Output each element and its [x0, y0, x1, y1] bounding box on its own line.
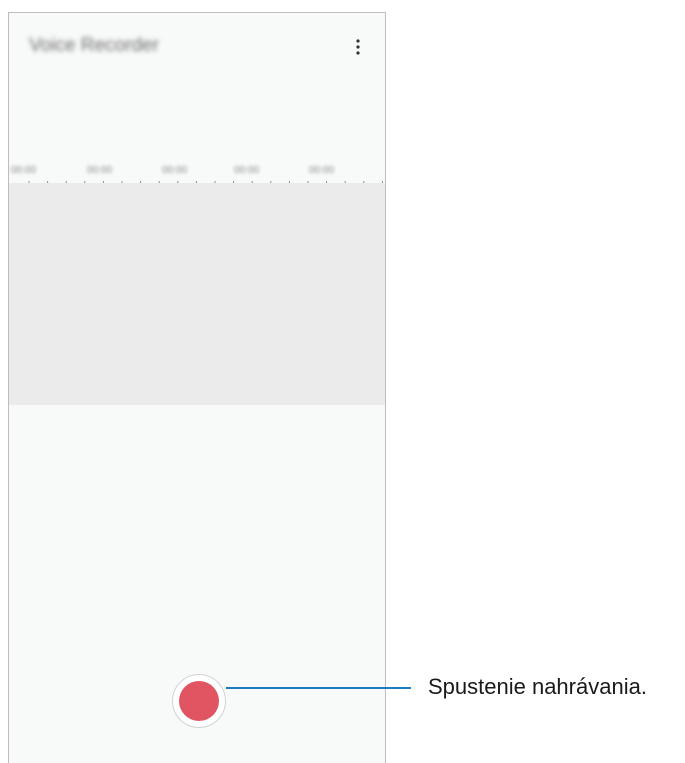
time-label: 00:00	[309, 165, 335, 176]
time-label: 00:00	[162, 165, 188, 176]
manual-figure: Voice Recorder 00:00 00:00 00:00 00:00 0…	[0, 0, 685, 763]
callout-line	[226, 687, 411, 689]
app-title: Voice Recorder	[29, 35, 159, 56]
record-dot-icon	[179, 681, 219, 721]
time-label: 00:00	[87, 165, 113, 176]
phone-screen: Voice Recorder 00:00 00:00 00:00 00:00 0…	[8, 12, 386, 763]
time-label: 00:00	[234, 165, 260, 176]
more-options-icon[interactable]	[347, 36, 369, 58]
record-button[interactable]	[172, 674, 226, 728]
time-label: 00:00	[11, 165, 37, 176]
waveform-area	[9, 183, 385, 405]
callout-label: Spustenie nahrávania.	[428, 674, 647, 699]
